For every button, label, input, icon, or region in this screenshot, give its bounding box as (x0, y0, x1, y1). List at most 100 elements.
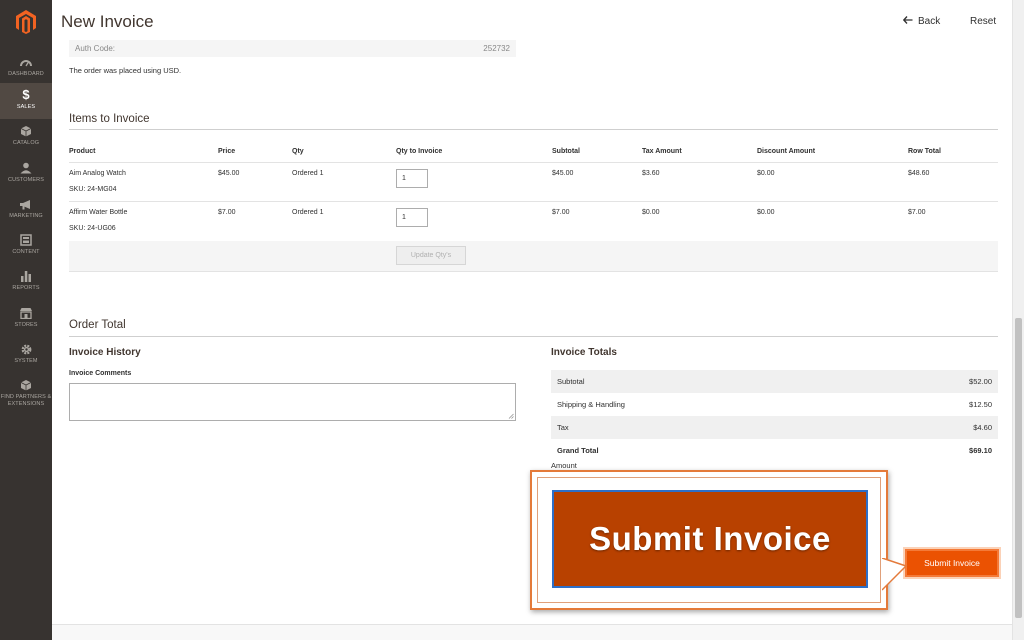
totals-label: Grand Total (557, 446, 599, 455)
sidebar-item-label: CONTENT (12, 249, 40, 255)
totals-value: $4.60 (973, 423, 992, 432)
magento-logo[interactable] (0, 0, 52, 44)
sidebar-item-label: FIND PARTNERS & EXTENSIONS (0, 394, 52, 407)
currency-note: The order was placed using USD. (69, 66, 182, 75)
row-total: $7.00 (908, 209, 926, 216)
sidebar-item-label: STORES (14, 322, 38, 328)
megaphone-icon (19, 197, 33, 211)
sidebar-item-customers[interactable]: CUSTOMERS (0, 156, 52, 192)
sidebar-item-system[interactable]: SYSTEM (0, 337, 52, 373)
column-header-subtotal: Subtotal (552, 148, 580, 155)
callout-pointer-icon (882, 558, 908, 591)
sidebar-item-reports[interactable]: REPORTS (0, 264, 52, 300)
back-button-label: Back (918, 16, 941, 27)
zoomed-submit-invoice-button: Submit Invoice (552, 490, 868, 588)
sidebar-item-dashboard[interactable]: DASHBOARD (0, 50, 52, 86)
invoice-history-title: Invoice History (69, 347, 141, 358)
row-subtotal: $7.00 (552, 209, 570, 216)
totals-value: $52.00 (969, 377, 992, 386)
update-qty-button[interactable]: Update Qty's (396, 246, 466, 265)
product-name: Aim Analog Watch (69, 170, 126, 177)
box-icon (20, 124, 32, 138)
store-icon (19, 306, 33, 320)
page-header: New Invoice Back Reset (52, 0, 1012, 44)
totals-row-shipping: Shipping & Handling $12.50 (551, 393, 998, 416)
column-header-row-total: Row Total (908, 148, 941, 155)
sidebar-item-label: CATALOG (12, 140, 40, 146)
dollar-icon: $ (22, 86, 30, 102)
product-price: $45.00 (218, 170, 240, 177)
qty-to-invoice-input[interactable]: 1 (396, 208, 428, 227)
scrollbar-thumb[interactable] (1015, 318, 1022, 618)
row-subtotal: $45.00 (552, 170, 574, 177)
page-title: New Invoice (61, 12, 154, 31)
sidebar-item-label: CUSTOMERS (8, 177, 44, 183)
qty-to-invoice-input[interactable]: 1 (396, 169, 428, 188)
sidebar-item-marketing[interactable]: MARKETING (0, 192, 52, 228)
resize-handle-icon[interactable] (508, 413, 514, 419)
row-discount: $0.00 (757, 170, 775, 177)
product-qty: Ordered 1 (292, 209, 324, 216)
totals-label: Subtotal (557, 377, 585, 386)
section-divider (69, 336, 998, 337)
auth-code-value: 252732 (483, 44, 510, 53)
table-bottom-divider (69, 271, 998, 272)
auth-code-row: Auth Code: 252732 (69, 40, 516, 57)
submit-invoice-button[interactable]: Submit Invoice (905, 549, 999, 577)
items-section-title: Items to Invoice (69, 113, 150, 125)
sidebar-item-label: MARKETING (9, 213, 43, 219)
column-header-discount-amount: Discount Amount (757, 148, 816, 155)
invoice-totals-title: Invoice Totals (551, 347, 617, 358)
bar-chart-icon (20, 269, 32, 283)
product-sku: SKU: 24-MG04 (69, 186, 117, 193)
totals-label: Tax (557, 423, 569, 432)
extensions-icon (20, 378, 32, 392)
invoice-comments-label: Invoice Comments (69, 370, 132, 377)
row-divider (69, 201, 998, 202)
content-icon (20, 233, 32, 247)
header-divider (69, 162, 998, 163)
customers-icon (19, 161, 33, 175)
column-header-qty-to-invoice: Qty to Invoice (396, 148, 443, 155)
column-header-qty: Qty (292, 148, 304, 155)
reset-button[interactable]: Reset (970, 16, 996, 27)
sidebar-item-catalog[interactable]: CATALOG (0, 119, 52, 155)
amount-label: Amount (551, 461, 577, 470)
row-tax: $3.60 (642, 170, 660, 177)
sidebar-item-label: SALES (16, 104, 36, 110)
order-total-title: Order Total (69, 319, 126, 331)
back-button[interactable]: Back (902, 16, 941, 27)
sidebar-item-label: DASHBOARD (8, 71, 44, 77)
sidebar-item-label: SYSTEM (14, 358, 38, 364)
product-qty: Ordered 1 (292, 170, 324, 177)
sidebar-item-label: REPORTS (12, 285, 40, 291)
totals-value: $12.50 (969, 400, 992, 409)
sidebar-item-sales[interactable]: $ SALES (0, 83, 52, 119)
product-sku: SKU: 24-UG06 (69, 225, 116, 232)
product-price: $7.00 (218, 209, 236, 216)
column-header-tax-amount: Tax Amount (642, 148, 682, 155)
product-name: Affirm Water Bottle (69, 209, 128, 216)
totals-row-grand-total: Grand Total $69.10 (551, 439, 998, 462)
admin-sidebar: DASHBOARD $ SALES CATALOG CUSTOMERS MARK… (0, 0, 52, 640)
totals-row-tax: Tax $4.60 (551, 416, 998, 439)
invoice-comments-textarea[interactable] (69, 383, 516, 421)
sidebar-item-content[interactable]: CONTENT (0, 228, 52, 264)
dashboard-icon (20, 55, 32, 69)
arrow-left-icon (902, 16, 913, 27)
column-header-product: Product (69, 148, 96, 155)
section-divider (69, 129, 998, 130)
update-qty-bar (69, 241, 998, 271)
sidebar-item-extensions[interactable]: FIND PARTNERS & EXTENSIONS (0, 373, 52, 417)
gear-icon (20, 342, 33, 356)
totals-label: Shipping & Handling (557, 400, 625, 409)
row-discount: $0.00 (757, 209, 775, 216)
row-total: $48.60 (908, 170, 930, 177)
auth-code-label: Auth Code: (75, 44, 116, 53)
footer-bar (52, 624, 1012, 640)
totals-row-subtotal: Subtotal $52.00 (551, 370, 998, 393)
sidebar-item-stores[interactable]: STORES (0, 301, 52, 337)
row-tax: $0.00 (642, 209, 660, 216)
column-header-price: Price (218, 148, 236, 155)
totals-value: $69.10 (969, 446, 992, 455)
